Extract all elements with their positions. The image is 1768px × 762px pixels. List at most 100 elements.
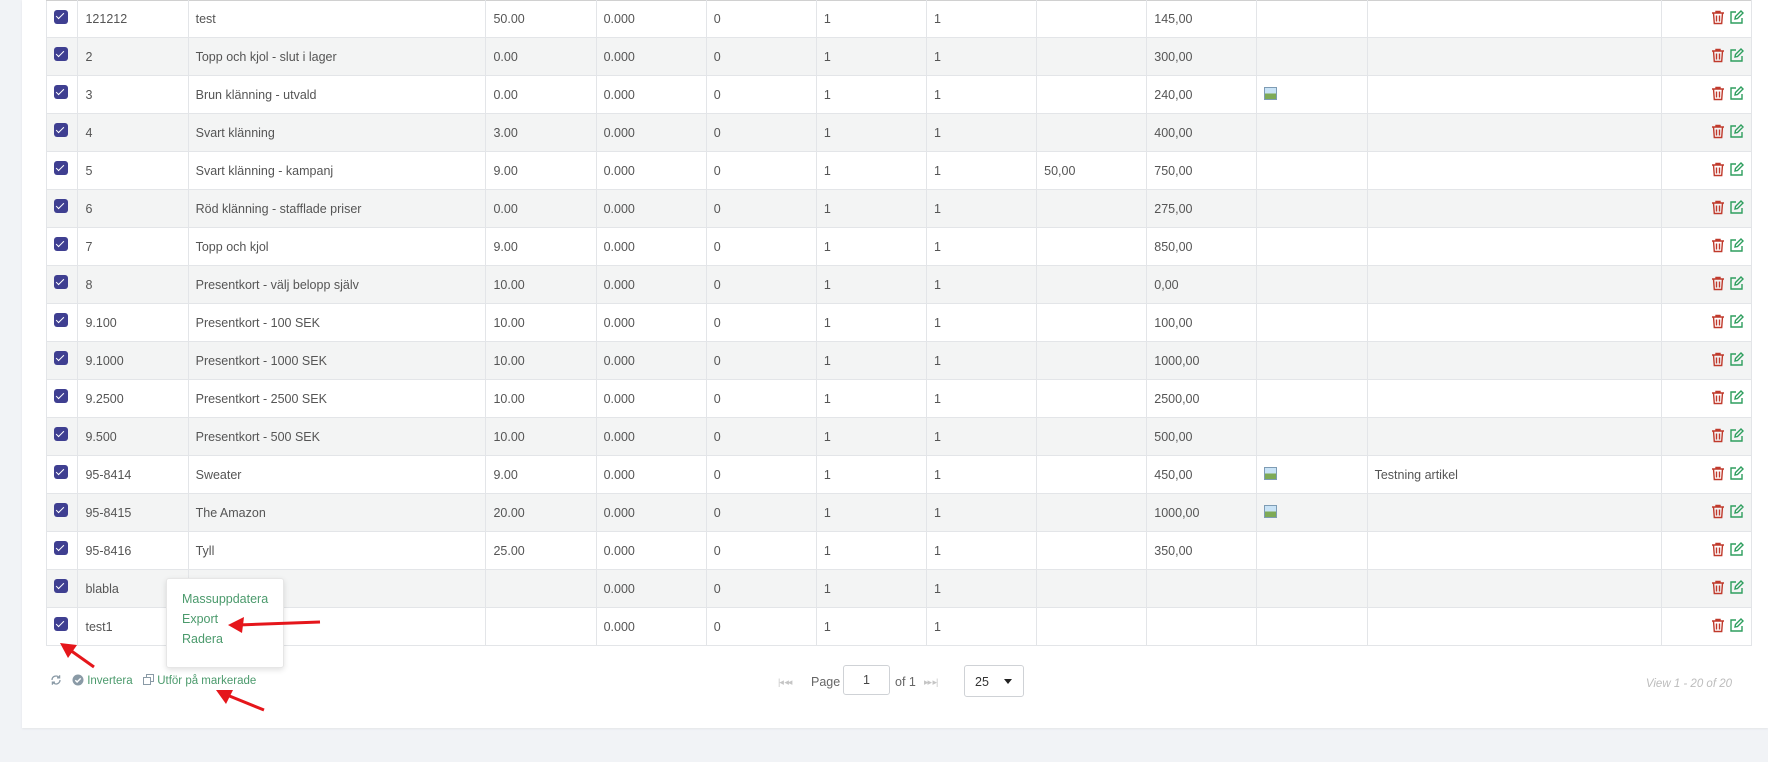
trash-icon[interactable] [1711,200,1725,218]
row-checkbox[interactable] [54,427,68,441]
table-row[interactable]: 3 Brun klänning - utvald 0.00 0.000 0 1 1 240,0… [45,75,1752,114]
edit-icon[interactable] [1729,123,1744,142]
cell-id: 95-8414 [77,455,189,494]
edit-icon[interactable] [1729,465,1744,484]
edit-icon[interactable] [1729,579,1744,598]
edit-icon[interactable] [1729,10,1744,28]
trash-icon[interactable] [1711,10,1725,28]
edit-icon[interactable] [1729,161,1744,180]
row-checkbox[interactable] [54,617,68,631]
cell-c3 [485,569,597,608]
trash-icon[interactable] [1711,542,1725,560]
cell-name: Presentkort - välj belopp själv [187,265,487,304]
table-row[interactable]: 6 Röd klänning - stafflade priser 0.00 0.00… [45,189,1752,228]
cell-image [1256,607,1368,646]
row-checkbox[interactable] [54,313,68,327]
row-checkbox[interactable] [54,465,68,479]
row-checkbox[interactable] [54,237,68,251]
edit-icon[interactable] [1729,275,1744,294]
cell-c8 [1036,417,1148,456]
trash-icon[interactable] [1711,504,1725,522]
edit-icon[interactable] [1729,541,1744,560]
refresh-icon[interactable] [50,674,62,689]
table-row[interactable]: 121212 test 50.00 0.000 0 1 1 145,00 [45,0,1752,38]
cell-c8 [1036,75,1148,114]
trash-icon[interactable] [1711,618,1725,636]
row-checkbox[interactable] [54,85,68,99]
table-row[interactable]: 95-8415 The Amazon 20.00 0.000 0 1 1 1000,00 [45,493,1752,532]
cell-note: Testning artikel [1366,455,1663,494]
row-checkbox[interactable] [54,351,68,365]
edit-icon[interactable] [1729,389,1744,408]
row-checkbox[interactable] [54,199,68,213]
row-checkbox[interactable] [54,541,68,555]
table-row[interactable]: 4 Svart klänning 3.00 0.000 0 1 1 400,00 [45,113,1752,152]
trash-icon[interactable] [1711,48,1725,66]
image-thumbnail-icon[interactable] [1264,466,1278,480]
edit-icon[interactable] [1729,503,1744,522]
cell-c6: 1 [815,455,928,494]
trash-icon[interactable] [1711,124,1725,142]
cell-c8 [1036,569,1148,608]
row-select-cell [45,227,79,266]
cell-c7: 1 [925,227,1038,266]
row-checkbox[interactable] [54,389,68,403]
edit-icon[interactable] [1729,351,1744,370]
trash-icon[interactable] [1711,86,1725,104]
row-checkbox[interactable] [54,9,68,24]
table-row[interactable]: 95-8416 Tyll 25.00 0.000 0 1 1 350,00 [45,531,1752,570]
trash-icon[interactable] [1711,466,1725,484]
cell-c8 [1036,341,1148,380]
trash-icon[interactable] [1711,238,1725,256]
row-checkbox[interactable] [54,503,68,517]
table-row[interactable]: 7 Topp och kjol 9.00 0.000 0 1 1 850,00 [45,227,1752,266]
cell-id: 9.1000 [77,341,189,380]
table-row[interactable]: 8 Presentkort - välj belopp själv 10.00 0.0… [45,265,1752,304]
table-row[interactable]: 9.2500 Presentkort - 2500 SEK 10.00 0.000 0 1… [45,379,1752,418]
menu-item-export[interactable]: Export [182,612,218,626]
menu-item-massuppdatera[interactable]: Massuppdatera [182,592,268,606]
edit-icon[interactable] [1729,199,1744,218]
edit-icon[interactable] [1729,313,1744,332]
cell-c5: 0 [705,265,817,304]
cell-c6: 1 [815,265,928,304]
page-input[interactable] [843,665,890,695]
trash-icon[interactable] [1711,162,1725,180]
image-thumbnail-icon[interactable] [1264,86,1278,100]
table-row[interactable]: blabla 0.000 0 1 1 [45,569,1752,608]
next-page-icon[interactable]: ▸▸ ▸| [924,677,938,688]
apply-label: Utför på markerade [157,675,257,687]
table-row[interactable]: 5 Svart klänning - kampanj 9.00 0.000 0 1 1 50,… [45,151,1752,190]
trash-icon[interactable] [1711,390,1725,408]
rows-per-page-select[interactable]: 25 [964,665,1024,697]
edit-icon[interactable] [1729,237,1744,256]
table-row[interactable]: 9.100 Presentkort - 100 SEK 10.00 0.000 0 1 1 1… [45,303,1752,342]
edit-icon[interactable] [1729,427,1744,446]
row-checkbox[interactable] [54,123,68,137]
cell-c3: 20.00 [485,493,597,532]
cell-c7: 1 [925,569,1038,608]
invert-selection-link[interactable]: Invertera [72,674,133,687]
row-checkbox[interactable] [54,275,68,289]
table-row[interactable]: 9.500 Presentkort - 500 SEK 10.00 0.000 0 1 1 5… [45,417,1752,456]
edit-icon[interactable] [1729,47,1744,66]
table-row[interactable]: 2 Topp och kjol - slut i lager 0.00 0.000 0 1… [45,37,1752,76]
row-checkbox[interactable] [54,161,68,175]
table-row[interactable]: test1 0.000 0 1 1 [45,607,1752,646]
trash-icon[interactable] [1711,352,1725,370]
trash-icon[interactable] [1711,314,1725,332]
edit-icon[interactable] [1729,617,1744,636]
image-thumbnail-icon[interactable] [1264,504,1278,518]
apply-to-selected-link[interactable]: Utför på markerade [143,674,256,687]
table-row[interactable]: 95-8414 Sweater 9.00 0.000 0 1 1 450,00 Testning… [45,455,1752,494]
trash-icon[interactable] [1711,580,1725,598]
cell-c3: 9.00 [485,455,597,494]
row-checkbox[interactable] [54,47,68,61]
trash-icon[interactable] [1711,428,1725,446]
table-row[interactable]: 9.1000 Presentkort - 1000 SEK 10.00 0.000 0 1… [45,341,1752,380]
row-checkbox[interactable] [54,579,68,593]
menu-item-radera[interactable]: Radera [182,632,223,646]
trash-icon[interactable] [1711,276,1725,294]
first-page-icon[interactable]: |◂ ◂◂ [778,677,792,688]
edit-icon[interactable] [1729,85,1744,104]
